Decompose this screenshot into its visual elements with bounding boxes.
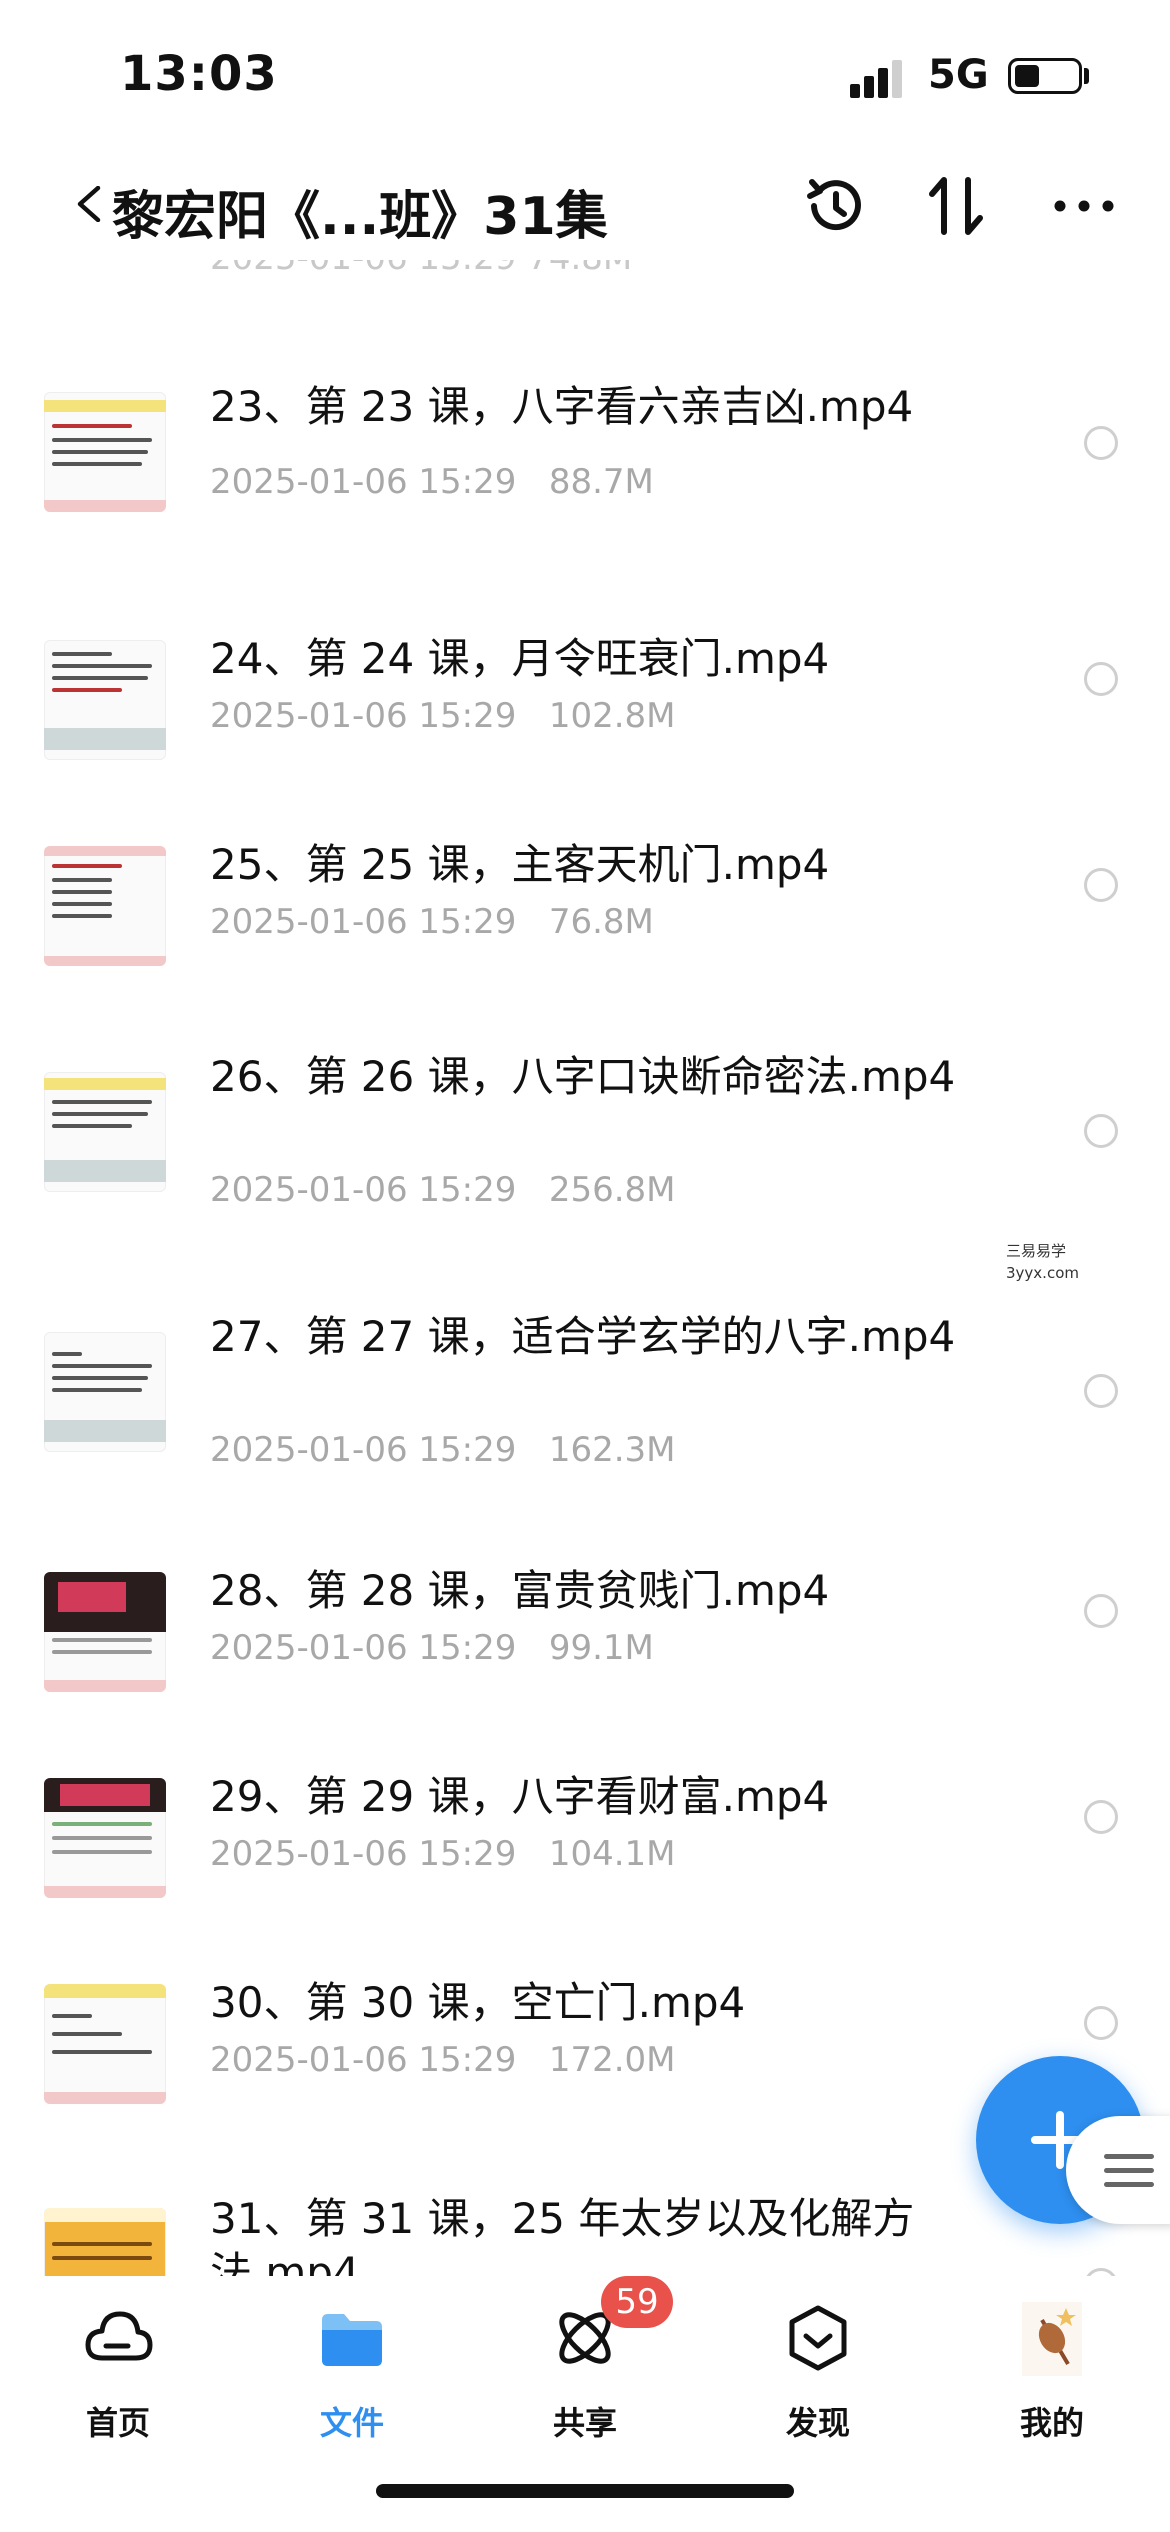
watermark-line1: 三易易学 [1006,1242,1067,1260]
file-size: 99.1M [548,1628,654,1668]
sort-icon[interactable] [922,172,990,240]
file-name: 27、第 27 课，适合学玄学的八字.mp4 [210,1312,956,1361]
nav-header: 黎宏阳《...班》31集 [0,150,1170,260]
file-meta: 2025-01-06 15:29 162.3M [210,1430,676,1470]
video-thumbnail [44,1572,166,1692]
watermark-line2: 3yyx.com [1006,1264,1079,1282]
file-meta: 2025-01-06 15:29 88.7M [210,462,654,502]
video-thumbnail [44,640,166,760]
folder-icon [322,2314,382,2366]
video-thumbnail [44,1072,166,1192]
battery-icon [1008,58,1082,94]
more-icon[interactable] [1050,172,1118,240]
menu-toggle-button[interactable] [1066,2116,1170,2224]
select-radio[interactable] [1084,2006,1118,2040]
avatar [1022,2302,1082,2376]
battery-cap [1084,68,1089,84]
file-meta: 2025-01-06 15:29 256.8M [210,1170,676,1210]
tab-label: 发现 [785,2404,850,2442]
file-date: 2025-01-06 15:29 [210,902,517,942]
file-size: 76.8M [548,902,654,942]
network-label: 5G [928,52,989,98]
tab-home[interactable]: 首页 [38,2296,198,2446]
file-name: 29、第 29 课，八字看财富.mp4 [210,1772,830,1821]
file-date: 2025-01-06 15:29 [210,696,517,736]
file-size: 102.8M [548,696,676,736]
home-indicator [376,2484,794,2498]
file-name: 28、第 28 课，富贵贫贱门.mp4 [210,1566,830,1615]
history-icon[interactable] [800,172,868,240]
select-radio[interactable] [1084,868,1118,902]
file-name: 25、第 25 课，主客天机门.mp4 [210,840,830,889]
status-bar: 13:03 5G [0,0,1170,150]
select-radio[interactable] [1084,1594,1118,1628]
file-date: 2025-01-06 15:29 [210,1430,517,1470]
video-thumbnail [44,392,166,512]
tab-profile[interactable]: 我的 [972,2296,1132,2446]
back-icon[interactable] [72,186,108,222]
file-name: 31、第 31 课，25 年太岁以及化解方法.mp4 [210,2194,915,2276]
file-size: 104.1M [548,1834,676,1874]
file-date: 2025-01-06 15:29 [210,1170,517,1210]
signal-icon [850,58,910,98]
partial-row-meta: 2025-01-06 15:29 74.8M [210,260,632,278]
video-thumbnail [44,1332,166,1452]
file-name: 26、第 26 课，八字口诀断命密法.mp4 [210,1052,956,1101]
file-date: 2025-01-06 15:29 [210,1834,517,1874]
file-name: 23、第 23 课，八字看六亲吉凶.mp4 [210,382,914,431]
file-meta: 2025-01-06 15:29 172.0M [210,2040,676,2080]
cloud-icon [85,2311,153,2361]
file-size: 172.0M [548,2040,676,2080]
select-radio[interactable] [1084,662,1118,696]
file-list[interactable]: 2025-01-06 15:29 74.8M 23、第 23 课，八字看六亲吉凶… [0,260,1170,2276]
tab-discover[interactable]: 发现 [738,2296,898,2446]
compass-icon [789,2305,847,2371]
select-radio[interactable] [1084,1800,1118,1834]
select-radio[interactable] [1084,426,1118,460]
file-meta: 2025-01-06 15:29 102.8M [210,696,676,736]
select-radio[interactable] [1084,1374,1118,1408]
file-date: 2025-01-06 15:29 [210,1628,517,1668]
video-thumbnail [44,2208,166,2276]
tab-label: 文件 [319,2404,384,2442]
file-name: 24、第 24 课，月令旺衰门.mp4 [210,634,830,683]
status-time: 13:03 [120,46,278,102]
notification-badge: 59 [601,2276,673,2328]
tab-share[interactable]: 59 共享 [505,2276,673,2446]
tab-label: 首页 [85,2404,150,2442]
tab-label: 共享 [552,2404,617,2442]
select-radio[interactable] [1084,1114,1118,1148]
video-thumbnail [44,846,166,966]
file-meta: 2025-01-06 15:29 99.1M [210,1628,654,1668]
tab-files[interactable]: 文件 [272,2296,432,2446]
file-meta: 2025-01-06 15:29 76.8M [210,902,654,942]
watermark: 三易易学 3yyx.com [1006,1240,1079,1284]
video-thumbnail [44,1984,166,2104]
file-meta: 2025-01-06 15:29 104.1M [210,1834,676,1874]
page-title: 黎宏阳《...班》31集 [112,187,608,247]
select-radio[interactable] [1084,2268,1118,2276]
file-date: 2025-01-06 15:29 [210,462,517,502]
video-thumbnail [44,1778,166,1898]
file-size: 88.7M [548,462,654,502]
file-size: 162.3M [548,1430,676,1470]
file-size: 256.8M [548,1170,676,1210]
file-date: 2025-01-06 15:29 [210,2040,517,2080]
tab-label: 我的 [1019,2404,1084,2442]
file-name: 30、第 30 课，空亡门.mp4 [210,1978,746,2027]
